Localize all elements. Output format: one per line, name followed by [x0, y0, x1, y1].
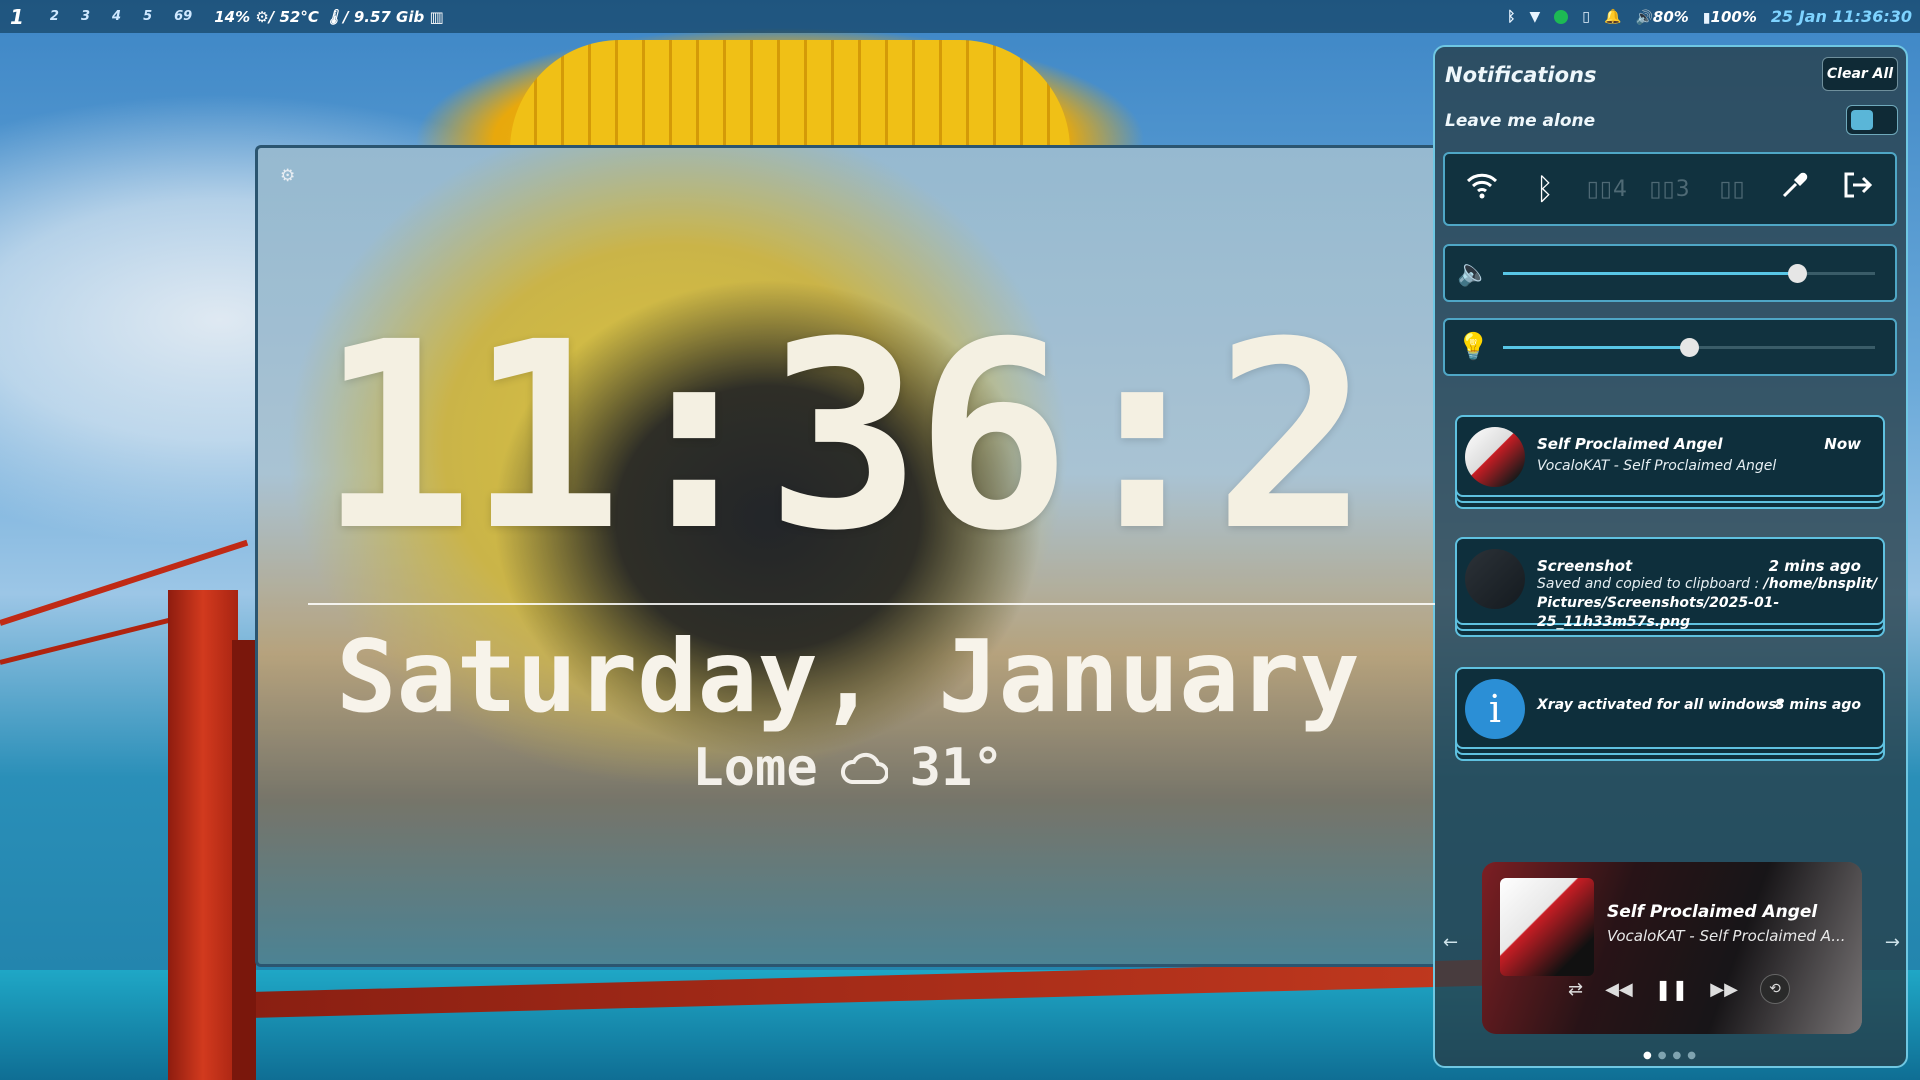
clock-widget-window: ⚙ 11:36:2 Saturday, January Lome 31°	[255, 145, 1435, 967]
speaker-icon: 🔈	[1457, 258, 1490, 288]
notification-center: Notifications Clear All Leave me alone ᛒ…	[1433, 45, 1908, 1068]
pager-dot[interactable]: ●	[1687, 1050, 1702, 1061]
media-artist: VocaloKAT - Self Proclaimed A...	[1607, 927, 1846, 945]
spotify-icon[interactable]	[1554, 9, 1569, 24]
notification-time: Now	[1824, 435, 1861, 453]
workspace-grid-icon[interactable]: ▯▯	[1706, 177, 1760, 202]
workspace-grid-4-icon[interactable]: ▯▯4	[1580, 177, 1634, 202]
pager-dot-active[interactable]: ●	[1643, 1050, 1658, 1061]
quick-settings-row: ᛒ ▯▯4 ▯▯3 ▯▯	[1443, 152, 1897, 226]
clear-all-button[interactable]: Clear All	[1822, 57, 1898, 91]
volume-slider-thumb[interactable]	[1787, 264, 1807, 283]
media-controls: ⇄ ◀◀ ❚❚ ▶▶ ⟲	[1568, 974, 1790, 1004]
topbar-clock[interactable]: 25 Jan 11:36:30	[1771, 7, 1912, 26]
media-song-title: Self Proclaimed Angel	[1607, 902, 1818, 922]
battery-value: 100%	[1710, 7, 1757, 26]
notification-body: VocaloKAT - Self Proclaimed Angel	[1537, 458, 1777, 474]
arrow-left-icon[interactable]: ←	[1443, 932, 1458, 953]
weather-temperature: 31°	[909, 738, 1004, 798]
speaker-icon: 🔊	[1635, 9, 1653, 26]
volume-slider[interactable]	[1503, 264, 1875, 283]
big-clock-time: 11:36:2	[318, 287, 1369, 587]
notification-title: Self Proclaimed Angel	[1537, 435, 1723, 453]
pager-dot[interactable]: ●	[1673, 1050, 1688, 1061]
album-art	[1500, 878, 1594, 976]
status-tray: ᛒ ▼ ▯ 🔔 🔊80% ▮100% 25 Jan 11:36:30	[1507, 7, 1920, 26]
info-icon: i	[1465, 679, 1525, 739]
workspace-3[interactable]: 3	[81, 9, 90, 24]
bridge-tower-decoration	[168, 590, 238, 1080]
color-picker-icon[interactable]	[1768, 170, 1822, 208]
notification-time: 2 mins ago	[1768, 557, 1861, 575]
lightbulb-icon: 💡	[1457, 332, 1490, 362]
workspace-switcher: 1 2 3 4 5 69	[0, 5, 214, 29]
media-player: Self Proclaimed Angel VocaloKAT - Self P…	[1482, 862, 1862, 1034]
notification-path-1: /home/bnsplit/	[1763, 576, 1878, 592]
clock-divider	[308, 603, 1435, 605]
notification-card[interactable]: Self Proclaimed Angel Now VocaloKAT - Se…	[1455, 415, 1885, 497]
brightness-slider-fill	[1503, 346, 1689, 349]
volume-slider-box: 🔈	[1443, 244, 1897, 302]
notification-title: Screenshot	[1537, 557, 1633, 575]
dnd-label: Leave me alone	[1445, 111, 1596, 131]
pager-dot[interactable]: ●	[1658, 1050, 1673, 1061]
weather-line: Lome 31°	[258, 738, 1435, 798]
notification-path-2: Pictures/Screenshots/2025-01-25_11h33m57…	[1537, 595, 1780, 630]
battery-indicator[interactable]: ▮100%	[1703, 8, 1757, 26]
bridge-tower-decoration	[232, 640, 256, 1080]
notification-time: 8 mins ago	[1774, 697, 1861, 713]
pager-dots: ●●●●	[1435, 1050, 1910, 1061]
volume-value: 80%	[1652, 7, 1689, 26]
battery-icon: ▮	[1702, 9, 1711, 26]
dnd-toggle[interactable]	[1846, 105, 1898, 135]
notification-card[interactable]: i Xray activated for all windows! 8 mins…	[1455, 667, 1885, 749]
panel-title: Notifications	[1445, 63, 1597, 87]
workspace-grid-3-icon[interactable]: ▯▯3	[1643, 177, 1697, 202]
shuffle-icon[interactable]: ⇄	[1568, 979, 1583, 1000]
phone-icon[interactable]: ▯	[1582, 9, 1590, 25]
brightness-slider[interactable]	[1503, 338, 1875, 357]
notification-title: Xray activated for all windows!	[1537, 697, 1784, 713]
workspace-1[interactable]: 1	[10, 5, 24, 29]
cloud-icon	[840, 752, 888, 784]
logout-icon[interactable]	[1831, 170, 1885, 208]
previous-icon[interactable]: ◀◀	[1605, 979, 1633, 1000]
workspace-4[interactable]: 4	[112, 9, 121, 24]
toggle-knob	[1851, 110, 1873, 130]
notification-body-prefix: Saved and copied to clipboard :	[1537, 576, 1760, 592]
bluetooth-icon[interactable]: ᛒ	[1507, 9, 1515, 25]
big-clock-date: Saturday, January	[336, 618, 1360, 735]
system-stats: 14% ⚙/ 52°C 🌡/ 9.57 Gib ▥	[214, 7, 444, 26]
gear-icon[interactable]: ⚙	[280, 166, 295, 186]
pause-icon[interactable]: ❚❚	[1655, 977, 1689, 1001]
album-art-icon	[1465, 427, 1525, 487]
notification-card[interactable]: Screenshot 2 mins ago Saved and copied t…	[1455, 537, 1885, 630]
volume-slider-fill	[1503, 272, 1797, 275]
top-bar: 1 2 3 4 5 69 14% ⚙/ 52°C 🌡/ 9.57 Gib ▥ ᛒ…	[0, 0, 1920, 33]
workspace-2[interactable]: 2	[50, 9, 59, 24]
next-icon[interactable]: ▶▶	[1710, 979, 1738, 1000]
bluetooth-icon[interactable]: ᛒ	[1518, 172, 1572, 207]
notification-body: Saved and copied to clipboard : /home/bn…	[1537, 575, 1883, 632]
pixel-coin-decoration	[510, 40, 1070, 150]
wifi-icon[interactable]	[1455, 171, 1509, 207]
weather-city: Lome	[692, 738, 818, 798]
loop-icon[interactable]: ⟲	[1759, 974, 1790, 1004]
arrow-right-icon[interactable]: →	[1885, 932, 1900, 953]
brightness-slider-thumb[interactable]	[1680, 338, 1699, 357]
brightness-slider-box: 💡	[1443, 318, 1897, 376]
volume-indicator[interactable]: 🔊80%	[1635, 8, 1688, 26]
notification-bell-icon[interactable]: 🔔	[1604, 9, 1621, 25]
wifi-icon[interactable]: ▼	[1530, 9, 1541, 25]
screenshot-thumbnail-icon	[1465, 549, 1525, 609]
workspace-69[interactable]: 69	[174, 9, 192, 24]
workspace-5[interactable]: 5	[143, 9, 152, 24]
